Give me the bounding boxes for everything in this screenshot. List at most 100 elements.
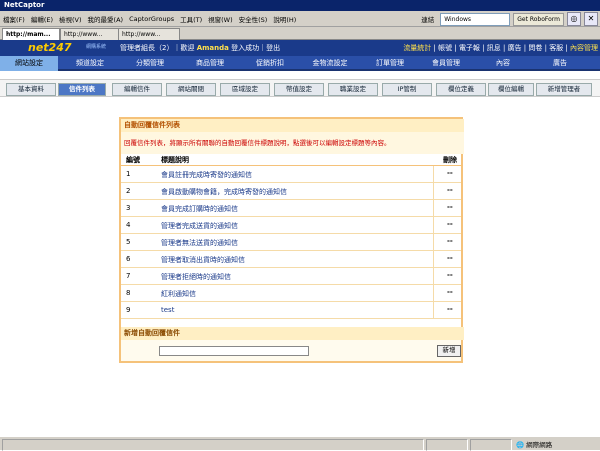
row-number: 8 (126, 289, 131, 297)
nav-orders[interactable]: 訂單管理 (362, 56, 418, 71)
toolbar-right: 連結 Windows Get RoboForm ◎ ✕ (418, 12, 598, 26)
link-message[interactable]: 訊息 (487, 44, 501, 52)
new-mail-input[interactable] (159, 346, 309, 356)
col-number: 編號 (126, 156, 140, 164)
subnav-add-admin[interactable]: 新增管理者 (536, 83, 592, 96)
table-header: 編號 標題說明 刪除 (121, 154, 461, 166)
table-row: 1 會員註冊完成時寄發的通知信 -- (121, 166, 461, 183)
panel-description: 回覆信件列表，將顯示所有關聯的自動回覆信件標題說明，點選後可以編輯設定標題等內容… (121, 132, 464, 154)
row-title-link[interactable]: 管理者無法送貨的通知信 (161, 238, 238, 248)
browser-tab-3[interactable]: http://www... (118, 28, 180, 40)
row-delete: -- (447, 169, 453, 177)
site-logo[interactable]: net247 (28, 41, 72, 54)
subnav-currency[interactable]: 幣值設定 (274, 83, 324, 96)
nav-site-settings[interactable]: 網站設定 (0, 56, 58, 71)
menu-edit[interactable]: 編輯(E) (28, 14, 56, 24)
nav-category[interactable]: 分類管理 (122, 56, 178, 71)
row-title-link[interactable]: 管理者取消出貨時的通知信 (161, 255, 245, 265)
link-content[interactable]: 內容管理 (570, 44, 598, 52)
table-row: 5 管理者無法送貨的通知信 -- (121, 234, 461, 251)
subnav-field-define[interactable]: 欄位定義 (436, 83, 486, 96)
browser-icon[interactable]: ◎ (567, 12, 581, 26)
menu-tools[interactable]: 工具(T) (177, 14, 205, 24)
subnav-occupation[interactable]: 職業設定 (328, 83, 378, 96)
table-row: 9 test -- (121, 302, 461, 319)
row-number: 4 (126, 221, 131, 229)
menu-help[interactable]: 說明(H) (270, 14, 299, 24)
link-ads[interactable]: 廣告 (508, 44, 522, 52)
panel-title: 自動回覆信件列表 (121, 119, 464, 132)
table-row: 7 管理者拒絕時的通知信 -- (121, 268, 461, 285)
table-row: 3 會員完成訂購時的通知信 -- (121, 200, 461, 217)
menu-captorgroups[interactable]: CaptorGroups (126, 15, 177, 23)
link-newsletter[interactable]: 電子報 (459, 44, 480, 52)
table-row: 6 管理者取消出貨時的通知信 -- (121, 251, 461, 268)
welcome-suffix[interactable]: 登入成功｜登出 (231, 44, 280, 52)
row-number: 3 (126, 204, 131, 212)
window-title: NetCaptor (0, 0, 600, 11)
row-title-link[interactable]: test (161, 306, 174, 314)
nav-channel-settings[interactable]: 頻道設定 (62, 56, 118, 71)
menu-bar: 檔案(F) 編輯(E) 檢視(V) 我的最愛(A) CaptorGroups 工… (0, 11, 600, 27)
user-name: Amanda (196, 44, 229, 52)
row-title-link[interactable]: 紅利通知信 (161, 289, 196, 299)
status-main (2, 439, 424, 451)
menu-file[interactable]: 檔案(F) (0, 14, 28, 24)
menu-security[interactable]: 安全性(S) (236, 14, 271, 24)
row-delete: -- (447, 203, 453, 211)
table-row: 4 管理者完成送貨的通知信 -- (121, 217, 461, 234)
subnav-ip-control[interactable]: IP管制 (382, 83, 432, 96)
row-delete: -- (447, 271, 453, 279)
menu-favorites[interactable]: 我的最愛(A) (85, 14, 127, 24)
status-zone-label: 網際網路 (526, 441, 553, 449)
nav-content[interactable]: 內容 (476, 56, 530, 71)
roboform-button[interactable]: Get RoboForm (513, 12, 564, 26)
status-bar: 🌐 網際網路 (0, 436, 600, 451)
add-mail-title: 新增自動回覆信件 (121, 327, 464, 340)
close-icon[interactable]: ✕ (584, 12, 598, 26)
subnav-site-close[interactable]: 網站關閉 (166, 83, 216, 96)
subnav-mail-list[interactable]: 信件列表 (58, 83, 106, 96)
subnav-region[interactable]: 區域設定 (220, 83, 270, 96)
links-label: 連結 (421, 16, 435, 24)
browser-tab-1[interactable]: http://mam... (2, 28, 60, 40)
main-nav: 網站設定 頻道設定 分類管理 商品管理 促銷折扣 金物流設定 訂單管理 會員管理… (0, 56, 600, 71)
menu-view[interactable]: 檢視(V) (56, 14, 85, 24)
link-service[interactable]: 客服 (549, 44, 563, 52)
mail-list-panel: 自動回覆信件列表 回覆信件列表，將顯示所有關聯的自動回覆信件標題說明，點選後可以… (119, 117, 464, 363)
browser-tab-2[interactable]: http://www... (60, 28, 122, 40)
welcome-prefix: 管理者組長（2）｜歡迎 (120, 44, 195, 52)
top-links: 流量統計 | 帳號 | 電子報 | 訊息 | 廣告 | 問卷 | 客服 | 內容… (403, 44, 598, 52)
nav-promotions[interactable]: 促銷折扣 (242, 56, 298, 71)
menu-window[interactable]: 視窗(W) (205, 14, 236, 24)
row-title-link[interactable]: 管理者完成送貨的通知信 (161, 221, 238, 231)
row-delete: -- (447, 186, 453, 194)
status-cell (426, 439, 468, 451)
row-delete: -- (447, 288, 453, 296)
row-title-link[interactable]: 會員註冊完成時寄發的通知信 (161, 170, 252, 180)
table-row: 2 會員啟動購物會籍，完成時寄發的通知信 -- (121, 183, 461, 200)
row-delete: -- (447, 305, 453, 313)
nav-products[interactable]: 商品管理 (182, 56, 238, 71)
link-traffic[interactable]: 流量統計 (403, 44, 431, 52)
subnav-edit-mail[interactable]: 編輯信件 (112, 83, 162, 96)
row-title-link[interactable]: 管理者拒絕時的通知信 (161, 272, 231, 282)
add-button[interactable]: 新增 (437, 345, 461, 357)
col-title: 標題說明 (161, 156, 189, 164)
col-delete: 刪除 (443, 156, 457, 164)
nav-members[interactable]: 會員管理 (418, 56, 474, 71)
nav-ads[interactable]: 廣告 (532, 56, 588, 71)
welcome-message: 管理者組長（2）｜歡迎 Amanda 登入成功｜登出 (120, 43, 280, 53)
link-survey[interactable]: 問卷 (528, 44, 542, 52)
subnav-basic-info[interactable]: 基本資料 (6, 83, 56, 96)
site-header: net247 網購系統 管理者組長（2）｜歡迎 Amanda 登入成功｜登出 流… (0, 40, 600, 56)
nav-logistics[interactable]: 金物流設定 (298, 56, 362, 71)
row-delete: -- (447, 254, 453, 262)
subnav-field-edit[interactable]: 欄位編輯 (488, 83, 534, 96)
links-field[interactable]: Windows (440, 12, 511, 26)
row-number: 9 (126, 306, 131, 314)
row-number: 2 (126, 187, 131, 195)
row-title-link[interactable]: 會員啟動購物會籍，完成時寄發的通知信 (161, 187, 287, 197)
row-title-link[interactable]: 會員完成訂購時的通知信 (161, 204, 238, 214)
link-account[interactable]: 帳號 (438, 44, 452, 52)
